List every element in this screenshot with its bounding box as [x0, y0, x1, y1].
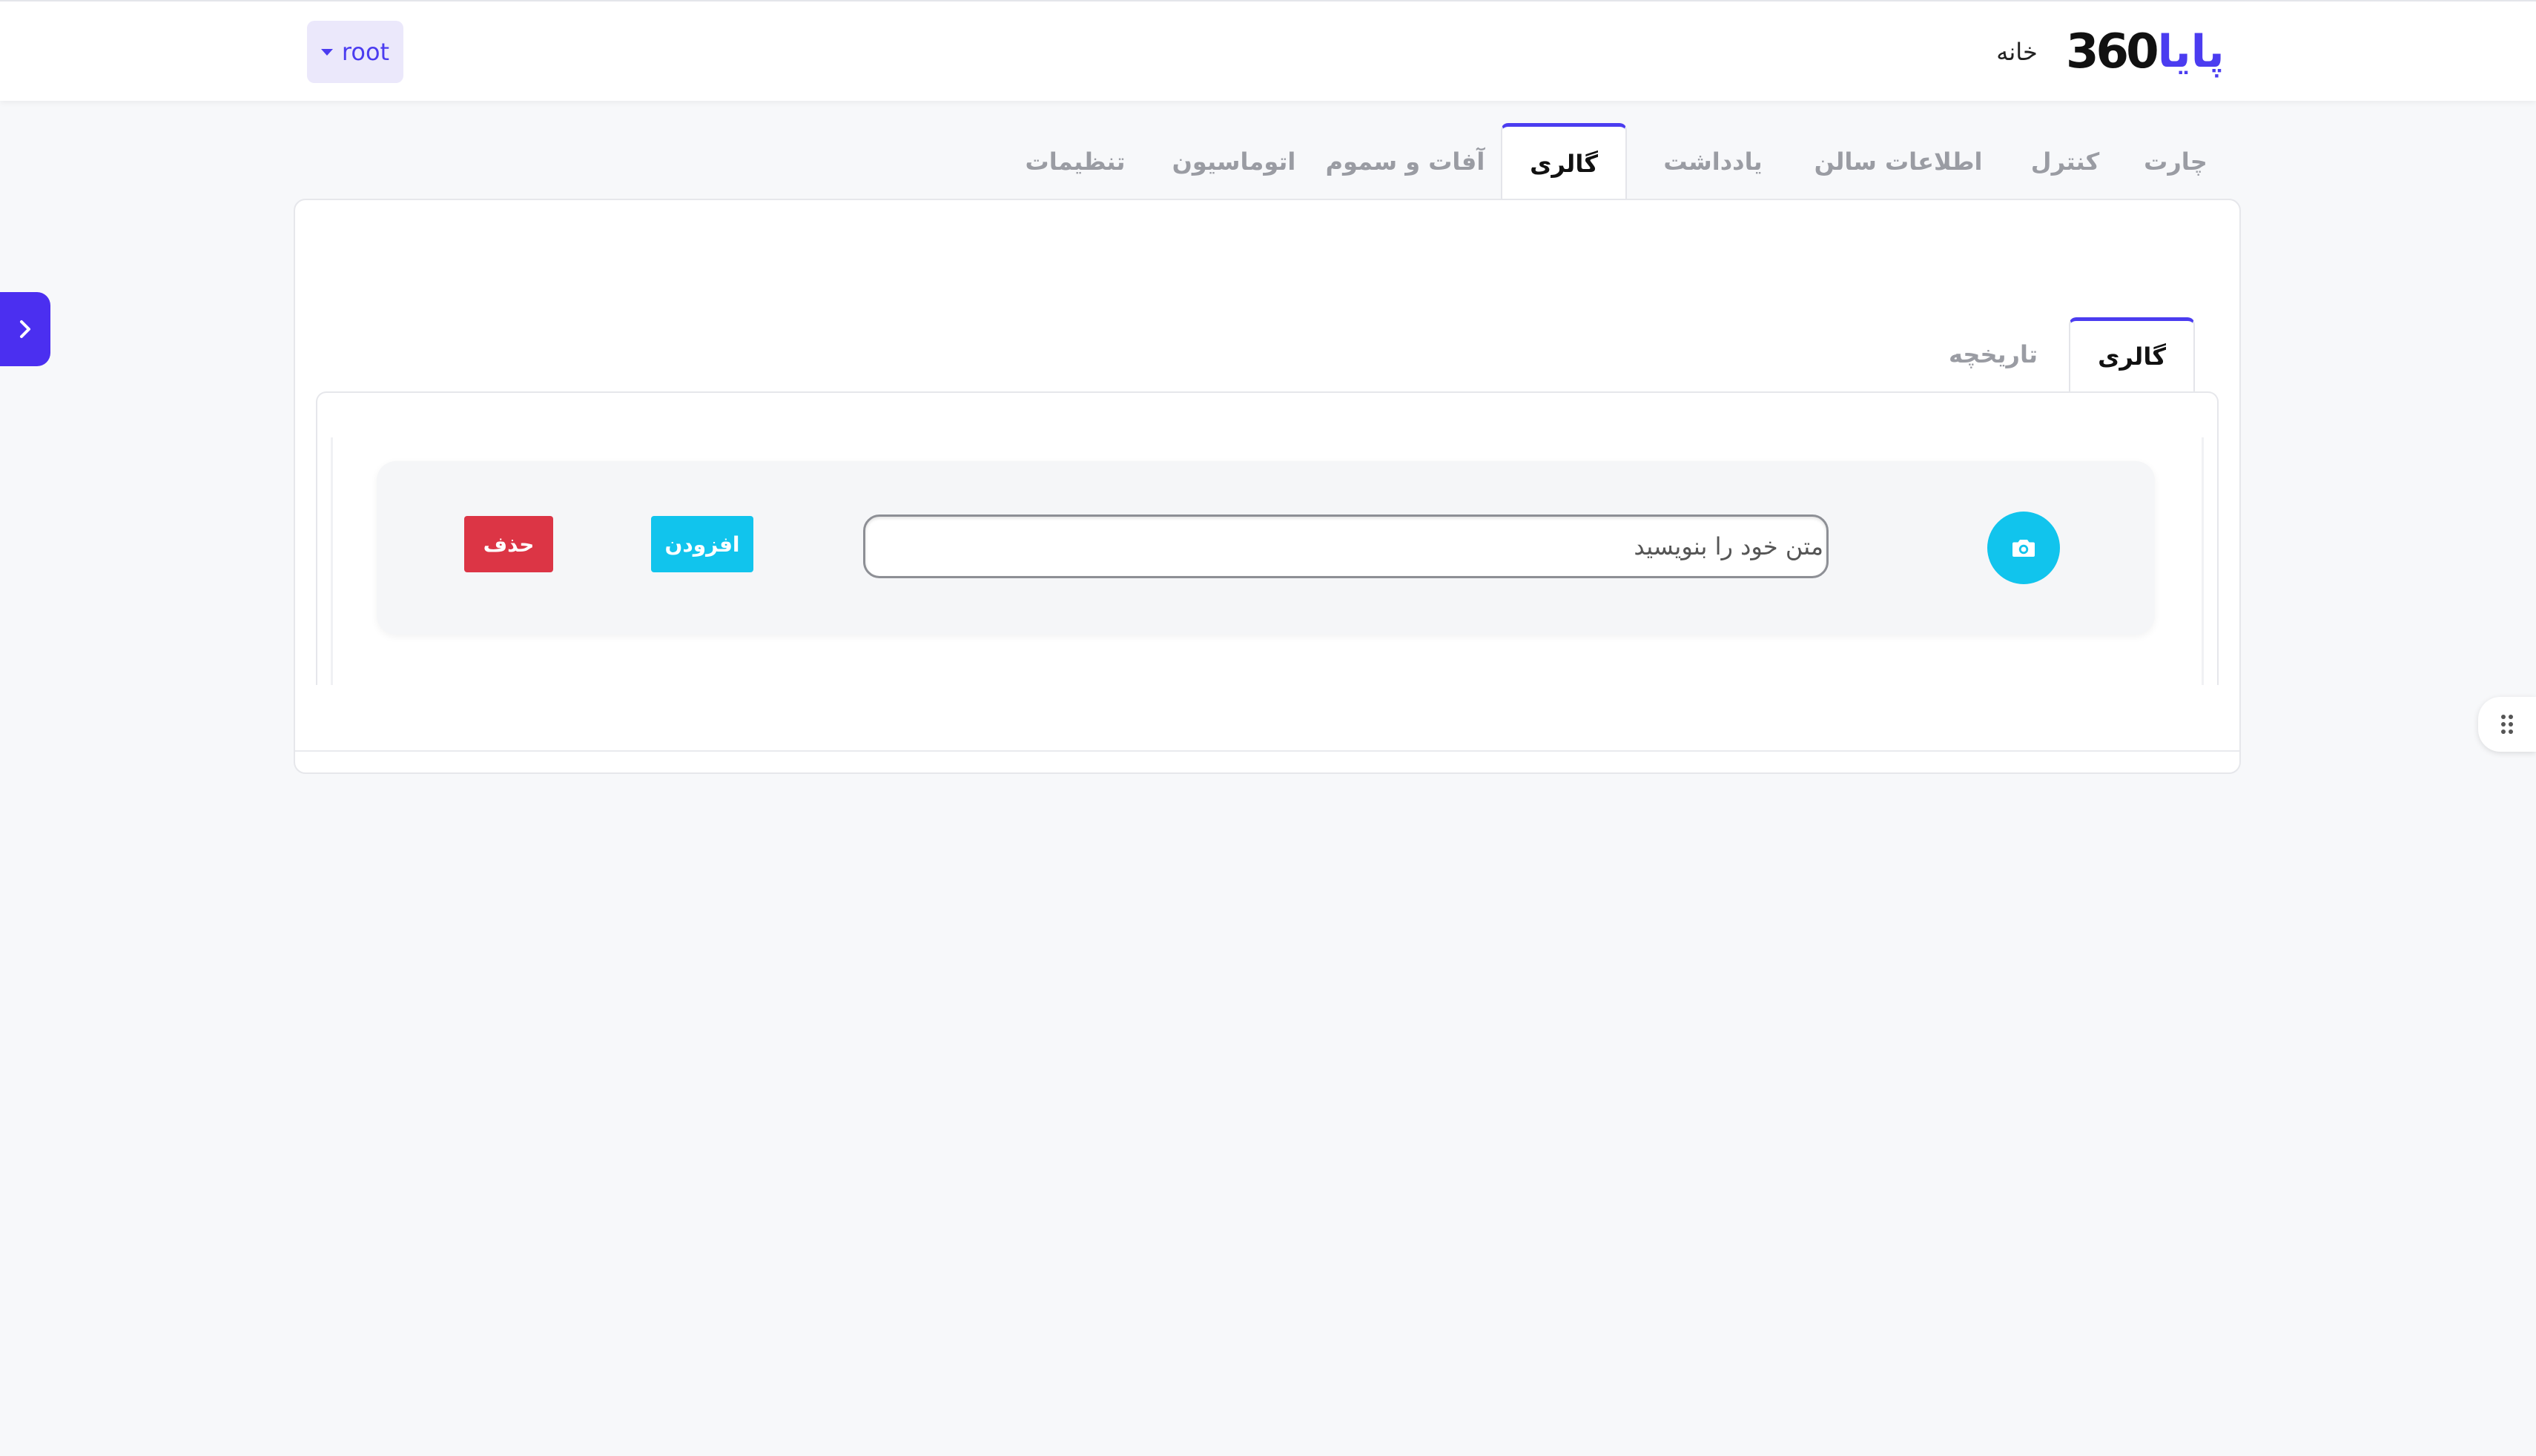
tab-pests[interactable]: آفات و سموم — [1326, 123, 1485, 200]
sidebar-toggle-button[interactable] — [0, 292, 50, 366]
top-navbar: 360 پایا خانه root — [0, 0, 2536, 101]
home-link[interactable]: خانه — [1987, 34, 2047, 70]
brand-word: پایا — [2157, 26, 2225, 78]
caret-down-icon — [320, 48, 333, 56]
brand-number: 360 — [2066, 24, 2159, 79]
tab-chart[interactable]: چارت — [2131, 123, 2220, 200]
user-name: root — [341, 38, 390, 66]
add-button[interactable]: افزودن — [651, 516, 753, 572]
main-tabs: چارت کنترل اطلاعات سالن یادداشت گالری آف… — [964, 123, 2225, 200]
tab-control[interactable]: کنترل — [2017, 123, 2113, 200]
delete-button[interactable]: حذف — [464, 516, 553, 572]
user-menu-button[interactable]: root — [307, 21, 403, 83]
panel-edge-right — [2202, 437, 2204, 685]
tab-settings[interactable]: تنظیمات — [1008, 123, 1142, 200]
gallery-panel: افزودن حذف — [316, 391, 2219, 685]
camera-button[interactable] — [1987, 512, 2060, 584]
tab-gallery[interactable]: گالری — [1501, 123, 1627, 200]
chevron-right-icon — [20, 320, 30, 338]
tab-hall-info[interactable]: اطلاعات سالن — [1802, 123, 1995, 200]
tab-automation[interactable]: اتوماسیون — [1160, 123, 1308, 200]
drag-dots-icon — [2501, 715, 2513, 734]
tab-notes[interactable]: یادداشت — [1646, 123, 1780, 200]
brand-logo[interactable]: 360 پایا — [2066, 22, 2229, 82]
gallery-row: افزودن حذف — [377, 461, 2155, 635]
card-footer-divider — [295, 750, 2239, 752]
caption-input[interactable] — [863, 514, 1829, 578]
drag-handle[interactable] — [2478, 697, 2536, 752]
panel-edge-left — [331, 437, 333, 685]
inner-tab-history[interactable]: تاریخچه — [1934, 317, 2053, 391]
inner-tab-gallery[interactable]: گالری — [2069, 317, 2195, 391]
camera-icon — [2012, 540, 2035, 557]
main-card: گالری تاریخچه افزودن حذف — [294, 199, 2241, 774]
